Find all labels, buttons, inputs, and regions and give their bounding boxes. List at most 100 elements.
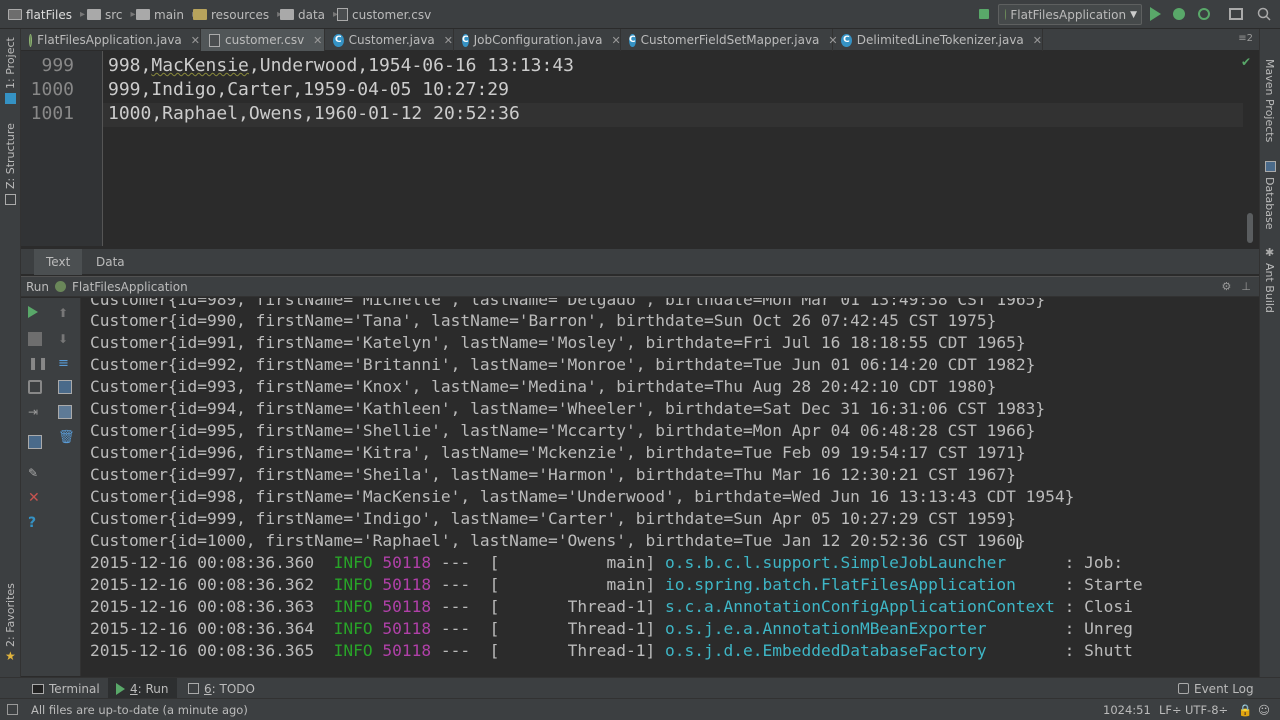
tab-flatfilesapplication-java[interactable]: FlatFilesApplication.java ✕ <box>21 29 201 51</box>
breadcrumb-src[interactable]: src ▸ <box>87 6 136 23</box>
console-line: Customer{id=997, firstName='Sheila', las… <box>90 465 1016 484</box>
tab-todo[interactable]: 6: TODO <box>180 678 263 699</box>
trash-icon[interactable]: 🗑 <box>58 430 75 445</box>
run-configuration-select[interactable]: FlatFilesApplication ▼ <box>998 4 1142 25</box>
frame-button[interactable] <box>1228 6 1244 22</box>
run-panel-config[interactable]: FlatFilesApplication <box>72 280 188 294</box>
tab-customerfieldsetmapper-java[interactable]: C CustomerFieldSetMapper.java ✕ <box>621 29 838 51</box>
file-encoding[interactable]: UTF-8÷ <box>1185 703 1228 717</box>
exit-icon[interactable]: ⇥ <box>28 405 42 419</box>
log-line: 2015-12-16 00:08:36.365 INFO 50118 --- [… <box>90 641 1133 660</box>
close-icon[interactable]: ✕ <box>444 34 453 47</box>
layout-icon[interactable] <box>28 435 42 449</box>
run-button[interactable] <box>1147 6 1163 22</box>
database-icon <box>1265 161 1276 172</box>
debug-button[interactable] <box>1171 6 1187 22</box>
folder-icon <box>280 9 294 20</box>
log-message: : Closi <box>1054 597 1133 616</box>
pause-icon[interactable]: ❚❚ <box>28 356 48 370</box>
tab-event-log[interactable]: Event Log <box>1170 678 1262 699</box>
rerun-button[interactable] <box>28 306 42 320</box>
console-line: Customer{id=992, firstName='Britanni', l… <box>90 355 1036 374</box>
breadcrumb-resources[interactable]: resources ▸ <box>193 6 282 23</box>
gear-icon[interactable]: ⚙ <box>1222 280 1232 293</box>
close-icon[interactable]: ✕ <box>611 34 620 47</box>
tab-label: Customer.java <box>348 33 435 47</box>
tab-delimitedlinetokenizer-java[interactable]: C DelimitedLineTokenizer.java ✕ <box>833 29 1043 51</box>
project-folder-icon <box>8 9 22 20</box>
tool-windows-icon[interactable] <box>7 704 18 715</box>
breadcrumb-customer-csv[interactable]: customer.csv <box>337 6 431 23</box>
tab-data[interactable]: Data <box>84 249 137 275</box>
code-editor[interactable]: 998,MacKensie,Underwood,1954-06-16 13:13… <box>103 51 1259 246</box>
lock-icon[interactable]: 🔒 <box>1238 703 1252 717</box>
breadcrumb-main[interactable]: main ▸ <box>136 6 197 23</box>
build-icon[interactable] <box>976 6 992 22</box>
close-icon[interactable]: ✕ <box>191 34 200 47</box>
soft-wrap-icon[interactable]: ≡ <box>58 356 72 371</box>
help-icon[interactable]: ? <box>28 516 42 530</box>
console-output[interactable]: Customer{id=989, firstName='Michelle', l… <box>81 298 1259 676</box>
spring-boot-icon <box>55 281 67 292</box>
tab-label: Terminal <box>49 681 100 696</box>
tab-terminal[interactable]: Terminal <box>24 678 108 699</box>
tab-customer-csv[interactable]: customer.csv ✕ <box>201 29 325 51</box>
code-line: 1000,Raphael,Owens,1960-01-12 20:52:36 <box>108 103 520 124</box>
log-line: 2015-12-16 00:08:36.363 INFO 50118 --- [… <box>90 597 1133 616</box>
breadcrumb-project[interactable]: flatFiles ▸ <box>8 6 85 23</box>
tab-label: JobConfiguration.java <box>473 33 603 47</box>
arrow-down-icon[interactable]: ⬇ <box>58 332 72 346</box>
dump-threads-icon[interactable] <box>28 380 42 394</box>
close-icon[interactable]: ✕ <box>1033 34 1042 47</box>
tab-overflow-button[interactable]: ≡2 <box>1238 33 1253 44</box>
stop-button[interactable] <box>28 332 42 346</box>
console-line: Customer{id=1000, firstName='Raphael', l… <box>90 531 1026 550</box>
log-pid: 50118 <box>382 597 432 616</box>
ant-build-tool-tab[interactable]: Ant Build <box>1263 263 1276 313</box>
tab-jobconfiguration-java[interactable]: C JobConfiguration.java ✕ <box>454 29 621 51</box>
play-icon <box>1149 7 1161 21</box>
favorites-tool-tab[interactable]: 2: Favorites <box>4 583 17 647</box>
caret-position[interactable]: 1024:51 <box>1103 703 1151 717</box>
breadcrumb-data[interactable]: data ▸ <box>280 6 338 23</box>
chevron-right-icon: ▸ <box>130 9 136 20</box>
tab-run[interactable]: 4: Run <box>108 678 177 699</box>
console-line: Customer{id=991, firstName='Katelyn', la… <box>90 333 1026 352</box>
log-thread: --- [ main] <box>440 553 656 572</box>
structure-tool-tab[interactable]: Z: Structure <box>4 123 17 189</box>
log-message: : Unreg <box>1054 619 1133 638</box>
terminal-icon <box>32 683 44 694</box>
tab-label: : Run <box>137 681 169 696</box>
scroll-to-end-icon[interactable] <box>58 380 72 394</box>
console-line: Customer{id=994, firstName='Kathleen', l… <box>90 399 1046 418</box>
tab-customer-java[interactable]: C Customer.java ✕ <box>325 29 454 51</box>
editor-tab-bar: FlatFilesApplication.java ✕ customer.csv… <box>21 29 1259 51</box>
log-line: 2015-12-16 00:08:36.360 INFO 50118 --- [… <box>90 553 1123 572</box>
search-everywhere-button[interactable] <box>1256 6 1272 22</box>
coverage-icon <box>1198 8 1210 20</box>
close-icon[interactable]: ✕ <box>28 491 42 505</box>
inspector-icon[interactable]: ☺ <box>1258 703 1270 717</box>
star-icon: ★ <box>5 649 16 663</box>
code-line: 999,Indigo,Carter,1959-04-05 10:27:29 <box>108 79 509 100</box>
close-icon[interactable]: ✕ <box>313 34 322 47</box>
tab-text[interactable]: Text <box>34 249 83 275</box>
hide-panel-icon[interactable]: ⊥ <box>1241 280 1251 293</box>
print-icon[interactable] <box>58 405 72 419</box>
log-message: : Job: <box>1054 553 1124 572</box>
run-configuration-label: FlatFilesApplication <box>1010 7 1127 22</box>
database-tool-tab[interactable]: Database <box>1263 177 1276 230</box>
log-thread: --- [ main] <box>440 575 656 594</box>
project-tool-tab[interactable]: 1: Project <box>4 37 17 89</box>
console-line: Customer{id=989, firstName='Michelle', l… <box>90 298 1046 309</box>
editor-scrollbar[interactable] <box>1247 213 1253 243</box>
log-level: INFO <box>333 597 373 616</box>
coverage-button[interactable] <box>1196 6 1212 22</box>
arrow-up-icon[interactable]: ⬆ <box>58 306 72 320</box>
breadcrumb-label: data <box>298 7 326 22</box>
line-separator[interactable]: LF÷ <box>1159 703 1182 717</box>
pin-icon[interactable]: ✎ <box>28 466 42 480</box>
maven-projects-tool-tab[interactable]: Maven Projects <box>1263 59 1276 142</box>
spellcheck-word: MacKensie <box>151 55 249 76</box>
log-logger: io.spring.batch.FlatFilesApplication <box>665 575 1055 594</box>
